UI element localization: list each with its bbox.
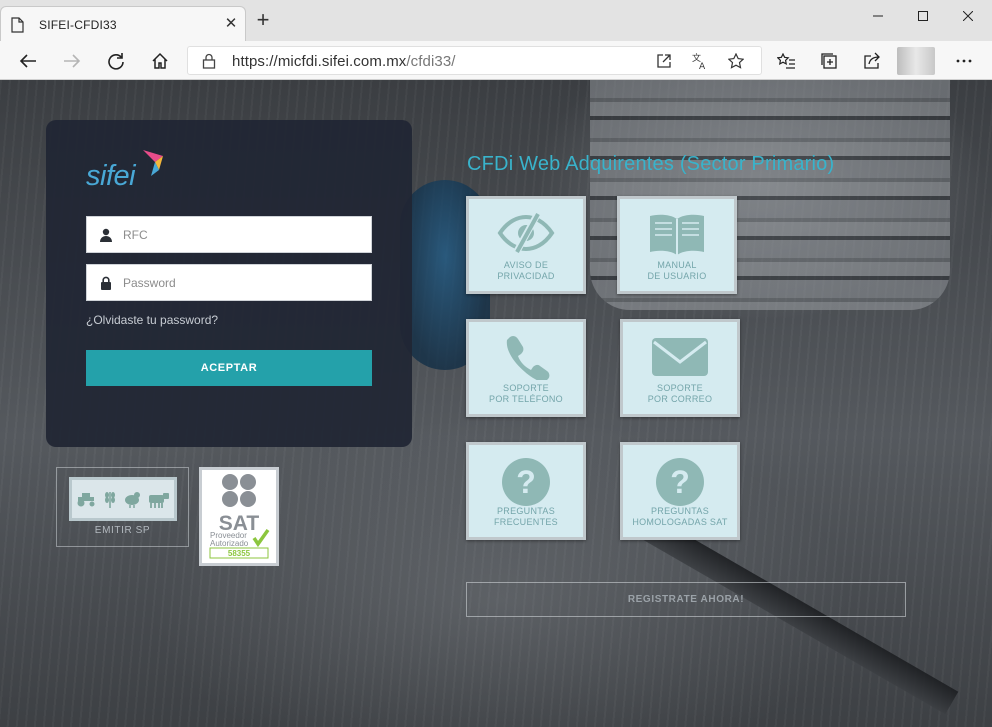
phone-icon [506,335,550,380]
forward-arrow-icon[interactable] [60,49,84,73]
profile-avatar[interactable] [897,47,935,75]
forgot-password-link[interactable]: ¿Olvidaste tu password? [86,313,218,327]
accept-button[interactable]: ACEPTAR [86,350,372,386]
envelope-icon [652,338,708,376]
chicken-icon [125,492,140,508]
minimize-icon[interactable] [855,0,901,32]
page-heading: CFDi Web Adquirentes (Sector Primario) [467,153,835,175]
open-external-icon[interactable] [654,51,674,71]
window-close-icon[interactable] [945,0,991,32]
address-url: https://micfdi.sifei.com.mx/cfdi33/ [232,53,456,70]
browser-tab[interactable]: SIFEI-CFDI33 ✕ [0,6,246,41]
tile-manual-usuario[interactable]: MANUAL DE USUARIO [617,196,737,294]
tile-preguntas-homologadas-sat[interactable]: ? PREGUNTAS HOMOLOGADAS SAT [620,442,740,540]
tile-soporte-telefono[interactable]: SOPORTE POR TELÉFONO [466,319,586,417]
sat-badge[interactable]: SAT Proveedor Autorizado 58355 [199,467,279,566]
tile-preguntas-frecuentes[interactable]: ? PREGUNTAS FRECUENTES [466,442,586,540]
logo-text: sifei [86,160,136,192]
translate-icon[interactable]: 文A [690,51,710,71]
book-icon [650,214,704,255]
svg-text:A: A [699,62,706,70]
share-icon[interactable] [860,49,884,73]
tractor-icon [77,493,95,507]
collections-icon[interactable] [817,49,841,73]
sat-number: 58355 [228,549,251,558]
logo-mark-icon [143,150,163,176]
close-icon[interactable]: ✕ [223,16,239,32]
login-panel: sifei ¿Olvidaste tu password? ACEPTAR [46,120,412,447]
tab-title: SIFEI-CFDI33 [39,18,117,32]
tile-label: AVISO DE PRIVACIDAD [497,260,555,281]
lock-icon [101,276,111,290]
browser-titlebar: SIFEI-CFDI33 ✕ + [0,0,992,41]
question-icon: ? [656,458,704,506]
lock-icon [202,53,216,69]
tile-label: SOPORTE POR CORREO [647,383,713,404]
plus-icon[interactable]: + [252,9,274,32]
refresh-icon[interactable] [104,49,128,73]
rfc-field[interactable] [86,216,372,253]
maximize-icon[interactable] [900,0,946,32]
register-button[interactable]: REGISTRATE AHORA! [466,582,906,617]
tile-label: MANUAL DE USUARIO [647,260,707,281]
page-icon [11,17,24,33]
password-field[interactable] [86,264,372,301]
sifei-logo: sifei [86,148,176,196]
tile-label: PREGUNTAS FRECUENTES [493,506,558,527]
browser-navbar: https://micfdi.sifei.com.mx/cfdi33/ 文A [0,41,992,80]
emitir-sp-label: EMITIR SP [94,525,151,536]
favorites-list-icon[interactable] [774,49,798,73]
svg-text:?: ? [516,464,536,500]
tile-aviso-privacidad[interactable]: AVISO DE PRIVACIDAD [466,196,586,294]
back-arrow-icon[interactable] [16,49,40,73]
more-dots-icon[interactable] [952,49,976,73]
password-input[interactable] [123,265,363,300]
favorite-star-icon[interactable] [726,51,746,71]
user-icon [100,228,112,242]
svg-text:?: ? [670,464,690,500]
sat-line2: Autorizado [210,539,249,548]
rfc-input[interactable] [123,217,363,252]
emitir-sp-button[interactable]: EMITIR SP [56,467,189,547]
address-bar[interactable]: https://micfdi.sifei.com.mx/cfdi33/ 文A [187,46,762,75]
eye-slash-icon [497,211,555,255]
home-icon[interactable] [148,49,172,73]
page-background: sifei ¿Olvidaste tu password? ACEPTAR EM… [0,80,992,727]
cow-icon [149,493,169,508]
sat-logo: SAT Proveedor Autorizado 58355 [209,474,270,559]
tile-soporte-correo[interactable]: SOPORTE POR CORREO [620,319,740,417]
emitir-sp-image [69,477,177,521]
tile-label: SOPORTE POR TELÉFONO [489,383,563,404]
question-icon: ? [502,458,550,506]
wheat-icon [105,492,115,508]
tile-label: PREGUNTAS HOMOLOGADAS SAT [632,506,728,527]
